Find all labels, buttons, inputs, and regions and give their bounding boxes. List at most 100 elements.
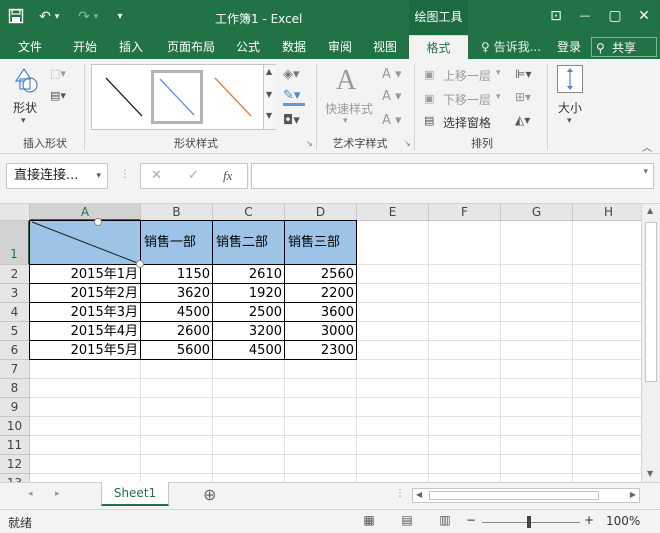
shape-fill-icon[interactable]: ◈▾ xyxy=(283,67,300,82)
text-box-icon[interactable]: ▤▾ xyxy=(50,89,76,103)
page-layout-view-icon[interactable]: ▤ xyxy=(398,513,416,529)
bring-forward-button[interactable]: 上移一层 xyxy=(443,67,491,84)
zoom-out-button[interactable]: − xyxy=(466,513,476,527)
row-header-11[interactable]: 11 xyxy=(0,436,30,455)
new-sheet-icon[interactable]: ⊕ xyxy=(203,485,216,504)
row-header-12[interactable]: 12 xyxy=(0,455,30,474)
horizontal-scrollbar[interactable]: ◀ ▶ xyxy=(412,488,640,503)
tab-review[interactable]: 审阅 xyxy=(320,35,360,59)
selection-pane-button[interactable]: 选择窗格 xyxy=(443,114,491,131)
align-icon[interactable]: ⊫▾ xyxy=(515,67,531,81)
column-header-g[interactable]: G xyxy=(501,204,573,221)
column-header-c[interactable]: C xyxy=(213,204,285,221)
row-header-4[interactable]: 4 xyxy=(0,303,30,322)
table-cell[interactable]: 3000 xyxy=(285,322,357,341)
send-backward-button[interactable]: 下移一层 xyxy=(443,91,491,108)
table-cell[interactable]: 2015年3月 xyxy=(30,303,141,322)
row-header-3[interactable]: 3 xyxy=(0,284,30,303)
size-icon[interactable] xyxy=(557,65,583,93)
shape-button-label[interactable]: 形状 xyxy=(13,99,37,116)
table-cell[interactable]: 4500 xyxy=(141,303,213,322)
cancel-entry-icon[interactable]: ✕ xyxy=(151,168,162,183)
tell-me-search[interactable]: ♀ 告诉我... xyxy=(481,35,541,59)
row-header-9[interactable]: 9 xyxy=(0,398,30,417)
tab-page-layout[interactable]: 页面布局 xyxy=(158,35,224,59)
shape-effects-icon[interactable]: ◘▾ xyxy=(283,113,300,128)
table-cell[interactable]: 2200 xyxy=(285,284,357,303)
tab-view[interactable]: 视图 xyxy=(365,35,405,59)
gallery-more-icon[interactable]: ▼ xyxy=(266,111,272,120)
column-header-e[interactable]: E xyxy=(357,204,429,221)
formula-bar-grip-icon[interactable]: ⋮ xyxy=(120,169,130,180)
text-effects-icon[interactable]: A ▾ xyxy=(382,113,402,128)
shape-style-blue-line[interactable] xyxy=(151,70,203,124)
customize-qat-icon[interactable]: ▾ xyxy=(111,8,129,26)
zoom-level[interactable]: 100% xyxy=(606,514,640,528)
prev-sheet-icon[interactable]: ◂ xyxy=(28,489,33,499)
column-header-d[interactable]: D xyxy=(285,204,357,221)
row-header-5[interactable]: 5 xyxy=(0,322,30,341)
tab-home[interactable]: 开始 xyxy=(62,35,108,59)
tab-insert[interactable]: 插入 xyxy=(110,35,152,59)
minimize-button[interactable]: — xyxy=(571,5,599,27)
table-cell[interactable]: 5600 xyxy=(141,341,213,360)
table-cell[interactable]: 2015年4月 xyxy=(30,322,141,341)
text-fill-icon[interactable]: A ▾ xyxy=(382,67,402,82)
gallery-scroll-down-icon[interactable]: ▼ xyxy=(266,90,272,99)
undo-dropdown-icon[interactable]: ▾ xyxy=(52,8,62,26)
rotate-icon[interactable]: ◭▾ xyxy=(515,113,530,127)
expand-formula-bar-icon[interactable]: ▾ xyxy=(643,167,648,177)
normal-view-icon[interactable]: ▦ xyxy=(360,513,378,529)
send-backward-icon[interactable]: ▣ xyxy=(424,92,434,105)
scroll-left-icon[interactable]: ◀ xyxy=(416,490,422,499)
row-header-10[interactable]: 10 xyxy=(0,417,30,436)
login-link[interactable]: 登录 xyxy=(552,35,586,59)
zoom-slider-track[interactable] xyxy=(482,522,580,523)
tab-data[interactable]: 数据 xyxy=(274,35,314,59)
worksheet-grid[interactable]: ABCDEFGH12345678910111213销售一部销售二部销售三部201… xyxy=(0,204,641,482)
scroll-right-icon[interactable]: ▶ xyxy=(630,490,636,499)
column-header-b[interactable]: B xyxy=(141,204,213,221)
row-header-1[interactable]: 1 xyxy=(0,221,30,265)
tab-formulas[interactable]: 公式 xyxy=(228,35,268,59)
page-break-view-icon[interactable]: ▥ xyxy=(436,513,454,529)
shape-style-orange-line[interactable] xyxy=(207,70,259,124)
send-backward-dropdown-icon[interactable]: ▾ xyxy=(496,92,501,102)
restore-button[interactable]: ▢ xyxy=(601,5,629,27)
column-header-a[interactable]: A xyxy=(30,204,141,221)
tab-split-grip-icon[interactable]: ⋮ xyxy=(395,488,405,499)
zoom-in-button[interactable]: + xyxy=(584,513,594,527)
collapse-ribbon-icon[interactable]: ︿ xyxy=(642,139,652,154)
next-sheet-icon[interactable]: ▸ xyxy=(55,489,60,499)
tab-file[interactable]: 文件 xyxy=(8,35,52,59)
table-header-cell[interactable]: 销售二部 xyxy=(213,221,285,265)
confirm-entry-icon[interactable]: ✓ xyxy=(188,168,199,183)
size-dropdown-icon[interactable]: ▾ xyxy=(567,116,572,126)
zoom-slider-knob[interactable] xyxy=(527,516,531,528)
close-button[interactable]: ✕ xyxy=(630,5,658,27)
horizontal-scroll-thumb[interactable] xyxy=(429,491,599,500)
table-cell[interactable]: 3600 xyxy=(285,303,357,322)
save-icon[interactable] xyxy=(7,8,25,26)
shape-outline-icon[interactable]: ✎▾ xyxy=(283,89,305,106)
table-cell[interactable]: 2015年2月 xyxy=(30,284,141,303)
formula-input[interactable]: ▾ xyxy=(251,163,654,189)
select-all-corner[interactable] xyxy=(0,204,30,221)
tab-format[interactable]: 格式 xyxy=(409,35,468,59)
quick-styles-icon[interactable]: A xyxy=(336,65,356,97)
share-button[interactable]: ⚲ 共享 xyxy=(591,37,657,57)
row-header-6[interactable]: 6 xyxy=(0,341,30,360)
column-header-h[interactable]: H xyxy=(573,204,641,221)
quick-styles-dropdown-icon[interactable]: ▾ xyxy=(343,116,348,126)
shape-style-dark-line[interactable] xyxy=(98,70,150,124)
size-label[interactable]: 大小 xyxy=(558,99,582,116)
table-cell[interactable]: 2560 xyxy=(285,265,357,284)
quick-styles-label[interactable]: 快速样式 xyxy=(325,100,373,117)
column-header-f[interactable]: F xyxy=(429,204,501,221)
table-cell[interactable]: 2015年5月 xyxy=(30,341,141,360)
scroll-down-icon[interactable]: ▼ xyxy=(647,469,653,478)
table-cell[interactable]: 3620 xyxy=(141,284,213,303)
gallery-scroll-up-icon[interactable]: ▲ xyxy=(266,67,272,76)
ribbon-display-options-icon[interactable]: ⊡ xyxy=(542,5,570,27)
bring-forward-icon[interactable]: ▣ xyxy=(424,68,434,81)
